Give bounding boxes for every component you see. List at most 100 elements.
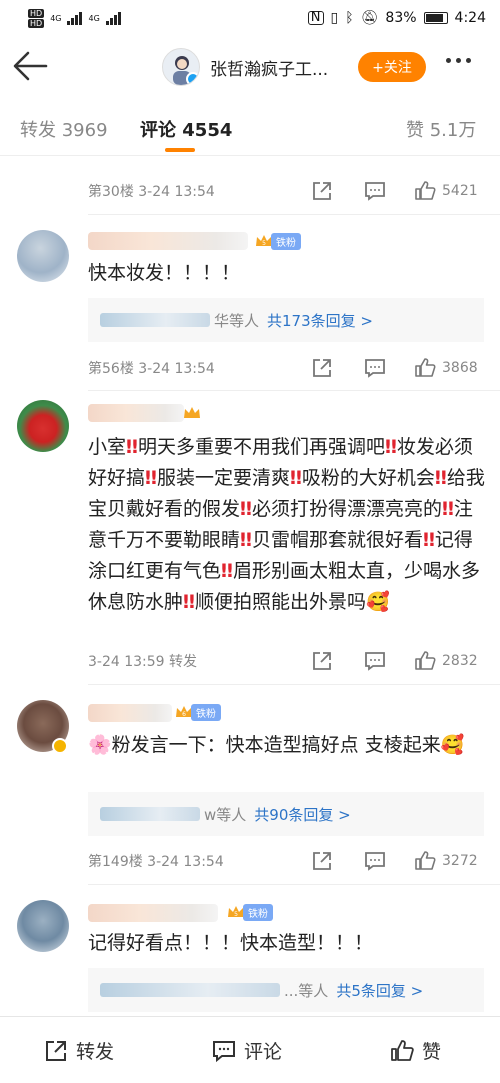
battery-icon (423, 12, 448, 24)
double-exclamation-icon: ‼ (145, 467, 157, 489)
fan-badge-label: 铁粉 (271, 232, 301, 250)
comment-text-long: 小室‼明天多重要不用我们再强调吧‼妆发必须好好搞‼服装一定要清爽‼吸粉的大好机会… (88, 436, 485, 613)
back-arrow-icon[interactable] (10, 46, 50, 86)
svg-text:5: 5 (262, 240, 266, 247)
double-exclamation-icon: ‼ (221, 560, 233, 582)
comment-meta: 第30楼 3-24 13:54 5421 (88, 178, 490, 204)
comment-floor-time: 第149楼 3-24 13:54 (88, 854, 224, 870)
like-count: 3868 (442, 360, 478, 376)
divider (88, 390, 500, 391)
svg-text:5: 5 (234, 911, 238, 918)
bottom-comment-label: 评论 (244, 1041, 283, 1063)
reply-preview[interactable]: w等人 共90条回复 > (88, 792, 484, 836)
reply-suffix: ...等人 (284, 981, 329, 1000)
comment-meta: 3-24 13:59 转发 2832 (88, 648, 490, 674)
comment-icon[interactable] (364, 355, 386, 381)
bottom-comment-button[interactable]: 评论 (212, 1037, 282, 1064)
like-count: 2832 (442, 653, 478, 669)
bluetooth-icon: ᛒ (345, 10, 354, 26)
author-name[interactable]: 张哲瀚疯子工... (210, 55, 328, 80)
share-icon[interactable] (311, 355, 333, 381)
fan-badge: 5 铁粉 (254, 232, 301, 250)
double-exclamation-icon: ‼ (289, 467, 302, 489)
crown-icon (184, 407, 200, 418)
divider (88, 684, 500, 685)
double-exclamation-icon: ‼ (240, 529, 252, 551)
like-button[interactable]: 3868 (414, 355, 478, 381)
like-button[interactable]: 2832 (414, 648, 478, 674)
bottom-action-bar: 转发 评论 赞 (0, 1016, 500, 1083)
tab-like[interactable]: 赞 5.1万 (406, 116, 476, 142)
author-info[interactable]: 张哲瀚疯子工... (162, 48, 328, 86)
reply-suffix: 华等人 (214, 311, 260, 330)
hd-indicator: HD HD (28, 8, 45, 28)
double-exclamation-icon: ‼ (126, 436, 138, 458)
more-options-icon[interactable] (446, 58, 471, 63)
commenter-name-blurred[interactable] (88, 904, 218, 922)
double-exclamation-icon: ‼ (441, 498, 454, 520)
comment-text: 快本妆发！！！！ (88, 262, 241, 284)
double-exclamation-icon: ‼ (183, 591, 195, 613)
commenter-name-blurred[interactable] (88, 232, 248, 250)
reply-names-blurred (100, 983, 280, 997)
battery-percent: 83% (385, 10, 417, 26)
follow-button[interactable]: +关注 (358, 52, 426, 82)
comment-meta: 第149楼 3-24 13:54 3272 (88, 848, 490, 874)
double-exclamation-icon: ‼ (422, 529, 435, 551)
reply-count-link[interactable]: 共90条回复 > (254, 804, 350, 825)
fan-badge: 5 铁粉 (226, 903, 273, 921)
share-icon[interactable] (311, 648, 333, 674)
comment-floor-time: 第56楼 3-24 13:54 (88, 361, 215, 377)
commenter-name-blurred[interactable] (88, 704, 172, 722)
share-icon[interactable] (311, 848, 333, 874)
repost-icon (46, 1040, 66, 1061)
reply-count-link[interactable]: 共173条回复 > (267, 310, 373, 331)
divider (88, 214, 500, 215)
nfc-icon: N (307, 11, 324, 25)
commenter-avatar[interactable] (17, 900, 69, 952)
comment-text: 记得好看点！！！快本造型！！！ (88, 932, 374, 954)
vibrate-icon: ▯ (330, 10, 339, 26)
tab-repost[interactable]: 转发 3969 (20, 116, 108, 142)
tab-bar: 转发 3969 评论 4554 赞 5.1万 (0, 98, 500, 156)
network-4g-label: 4G (50, 13, 62, 23)
share-icon[interactable] (311, 178, 333, 204)
comment-icon[interactable] (364, 848, 386, 874)
comment-icon[interactable] (364, 648, 386, 674)
double-exclamation-icon: ‼ (240, 498, 252, 520)
top-nav: 张哲瀚疯子工... +关注 (0, 36, 500, 98)
fan-badge-label: 铁粉 (191, 703, 221, 721)
like-count: 3272 (442, 853, 478, 869)
commenter-name-blurred[interactable] (88, 404, 184, 422)
double-exclamation-icon: ‼ (384, 436, 397, 458)
bottom-repost-button[interactable]: 转发 (44, 1037, 114, 1064)
thumbs-up-icon (391, 1039, 414, 1061)
author-avatar[interactable] (162, 48, 200, 86)
mute-icon: 🔕︎ (360, 10, 379, 26)
clock: 4:24 (454, 10, 486, 26)
reply-count-link[interactable]: 共5条回复 > (336, 980, 423, 1001)
commenter-avatar[interactable] (17, 400, 69, 452)
comment-icon[interactable] (364, 178, 386, 204)
bottom-like-button[interactable]: 赞 (390, 1037, 441, 1064)
comment-text: 🌸粉发言一下：快本造型搞好点 支棱起来🥰 (88, 734, 465, 756)
fan-badge: 6 铁粉 (174, 703, 221, 721)
verified-icon (186, 72, 199, 85)
fan-badge-label: 铁粉 (243, 903, 273, 921)
reply-names-blurred (100, 807, 200, 821)
svg-text:6: 6 (182, 711, 186, 718)
comment-meta: 第56楼 3-24 13:54 3868 (88, 355, 490, 381)
weibo-comment-page: HDHD 4G 4G N ▯ ᛒ 🔕︎ 83% 4:24 张哲瀚疯子工... (0, 0, 500, 1083)
tab-comment[interactable]: 评论 4554 (140, 116, 232, 142)
like-button[interactable]: 5421 (414, 178, 478, 204)
like-button[interactable]: 3272 (414, 848, 478, 874)
vip-badge-icon (52, 738, 68, 754)
comment-floor-time: 3-24 13:59 转发 (88, 654, 198, 670)
comment-floor-time: 第30楼 3-24 13:54 (88, 184, 215, 200)
commenter-avatar[interactable] (17, 230, 69, 282)
signal-icon-2 (105, 11, 121, 25)
network-4g-label-2: 4G (88, 13, 100, 23)
reply-preview[interactable]: 华等人 共173条回复 > (88, 298, 484, 342)
active-tab-indicator (165, 148, 195, 152)
reply-preview[interactable]: ...等人 共5条回复 > (88, 968, 484, 1012)
